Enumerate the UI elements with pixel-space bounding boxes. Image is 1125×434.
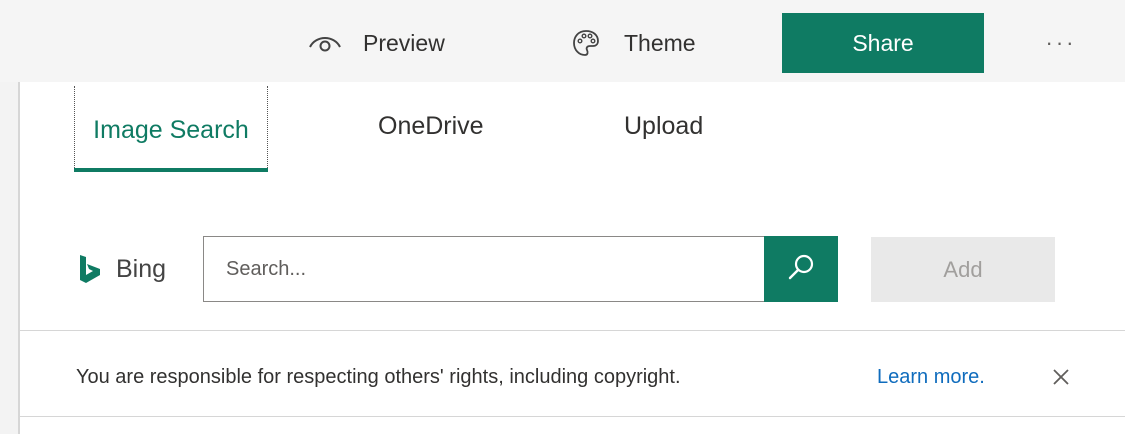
theme-label: Theme [624, 29, 696, 56]
tab-selected-indicator [74, 168, 268, 172]
share-button[interactable]: Share [782, 13, 984, 73]
preview-label: Preview [363, 29, 445, 56]
palette-icon [566, 23, 606, 63]
close-icon [1052, 368, 1070, 391]
divider [20, 330, 1125, 331]
top-toolbar: Preview Theme Share ··· [0, 0, 1125, 82]
search-button[interactable] [764, 236, 838, 302]
copyright-notice: You are responsible for respecting other… [76, 366, 681, 388]
bing-label: Bing [116, 254, 167, 283]
more-options-icon[interactable]: ··· [1036, 26, 1086, 60]
learn-more-link[interactable]: Learn more. [877, 366, 985, 389]
tab-onedrive[interactable]: OneDrive [378, 112, 484, 141]
theme-button[interactable]: Theme [566, 14, 696, 72]
tab-image-search[interactable]: Image Search [74, 86, 268, 172]
search-icon [787, 253, 815, 286]
source-tabs: Image Search OneDrive Upload [20, 82, 1125, 182]
tab-upload[interactable]: Upload [624, 112, 703, 141]
eye-icon [305, 23, 345, 63]
bing-logo-icon [78, 254, 106, 284]
search-input[interactable] [203, 236, 765, 302]
add-button[interactable]: Add [871, 237, 1055, 302]
divider [20, 416, 1125, 417]
bing-logo: Bing [78, 254, 166, 284]
preview-button[interactable]: Preview [305, 14, 445, 72]
close-notice-button[interactable] [1046, 364, 1076, 394]
image-insert-panel: Image Search OneDrive Upload Bing Add Yo… [20, 82, 1125, 434]
